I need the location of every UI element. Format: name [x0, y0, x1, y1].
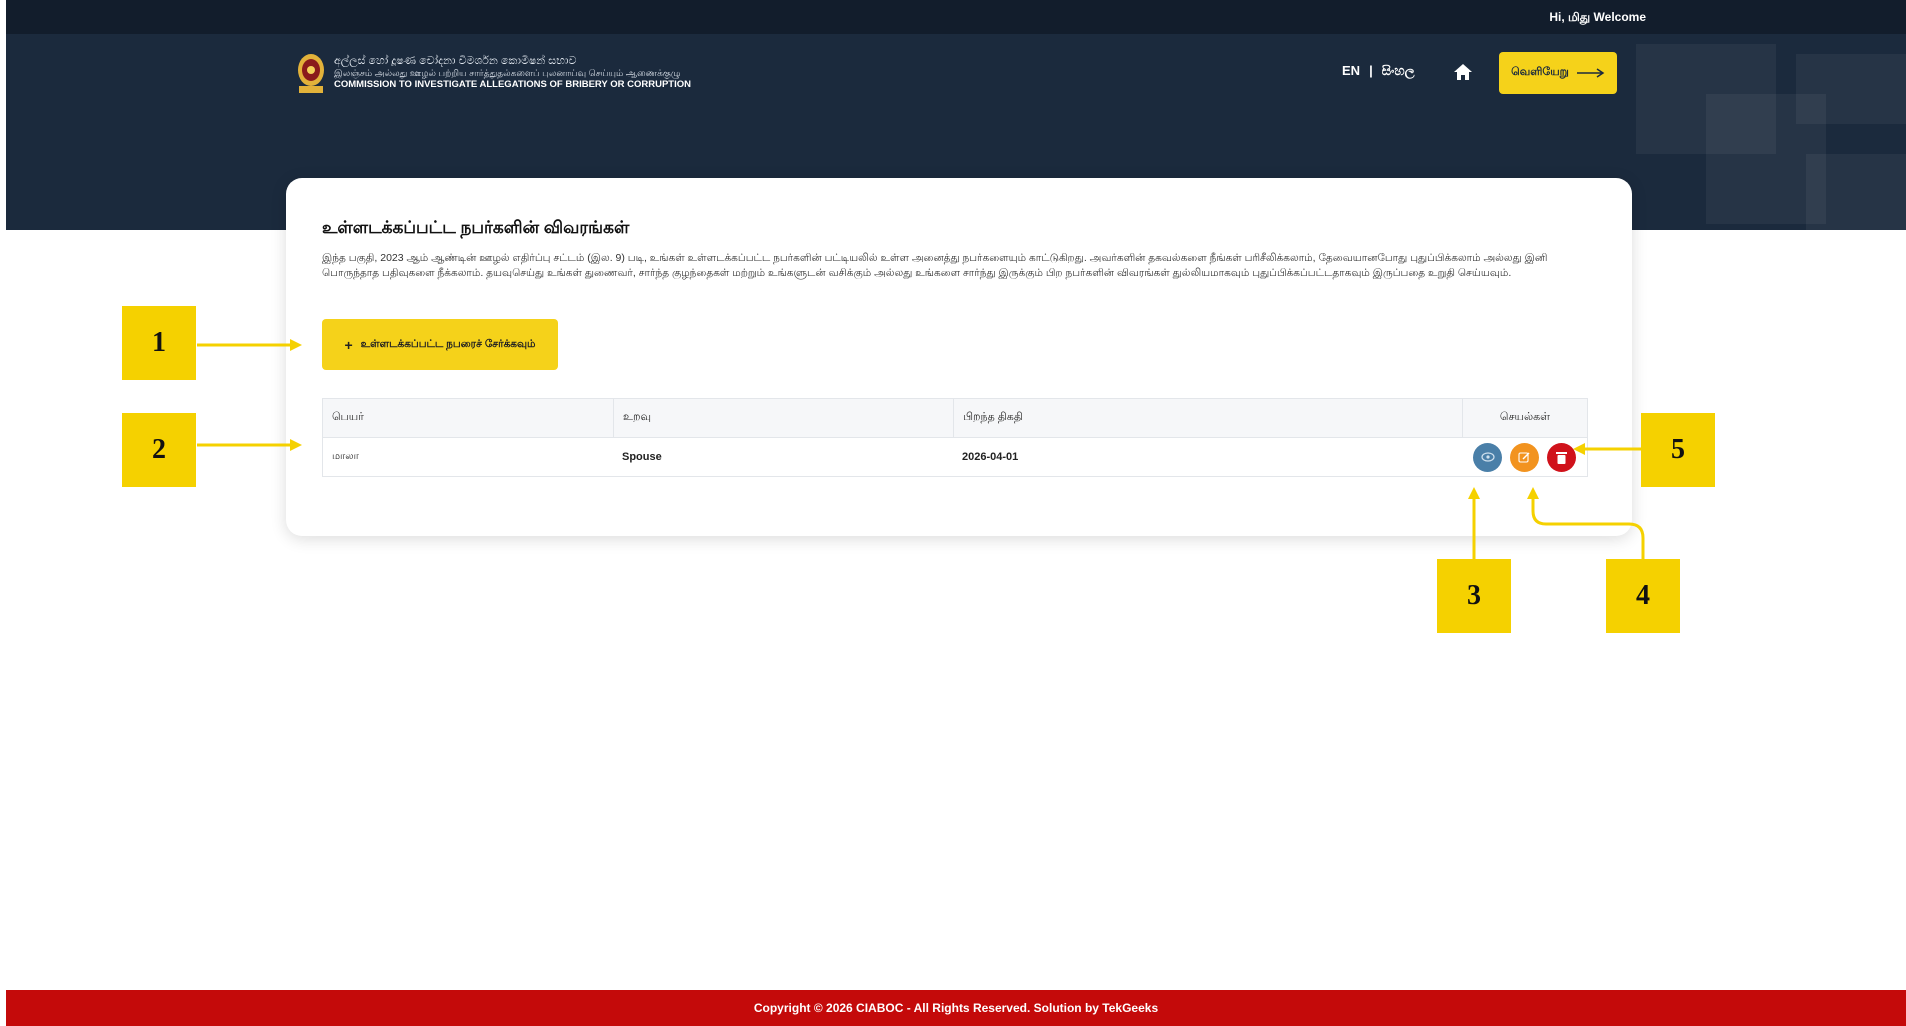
plus-icon: +	[344, 336, 353, 353]
brand-english: COMMISSION TO INVESTIGATE ALLEGATIONS OF…	[334, 79, 691, 90]
brand-tamil: இலஞ்சம் அல்லது ஊழல் பற்றிய சார்த்துதல்கள…	[334, 68, 681, 78]
header-actions: செயல்கள்	[1462, 399, 1587, 437]
delete-button[interactable]	[1547, 442, 1576, 472]
add-person-button[interactable]: + உள்ளடக்கப்பட்ட நபரைச் சேர்க்கவும்	[322, 319, 558, 370]
emblem-logo	[298, 54, 324, 93]
eye-icon	[1480, 452, 1495, 462]
add-person-label: உள்ளடக்கப்பட்ட நபரைச் சேர்க்கவும்	[360, 338, 536, 350]
annotation-marker-5: 5	[1641, 413, 1715, 487]
cell-relation: Spouse	[622, 451, 662, 463]
lang-en-link[interactable]: EN	[1342, 63, 1360, 79]
lang-separator: |	[1369, 63, 1373, 78]
app-frame: Hi, மிது Welcome අල්ලස් හෝ දූෂණ චෝදනා වි…	[6, 0, 1906, 1026]
table-header: பெயர் உறவு பிறந்த திகதி செயல்கள்	[323, 399, 1587, 438]
arrow-right-icon	[1576, 68, 1605, 78]
cell-dob: 2026-04-01	[962, 451, 1019, 463]
brand-sinhala: අල්ලස් හෝ දූෂණ චෝදනා විමර්ශන කොමිෂන් සභා…	[334, 55, 577, 67]
annotation-marker-1: 1	[122, 306, 196, 380]
persons-table: பெயர் உறவு பிறந்த திகதி செயல்கள் மாலா Sp…	[322, 398, 1588, 477]
language-switcher: EN | සිංහල	[1342, 63, 1415, 79]
top-bar: Hi, மிது Welcome	[6, 0, 1906, 34]
edit-icon	[1518, 451, 1530, 463]
page-title: உள்ளடக்கப்பட்ட நபர்களின் விவரங்கள்	[322, 218, 630, 237]
lang-si-link[interactable]: සිංහල	[1382, 63, 1415, 79]
annotation-marker-4: 4	[1606, 559, 1680, 633]
row-actions	[1462, 438, 1587, 476]
logout-button[interactable]: வெளியேறு	[1499, 52, 1617, 94]
view-button[interactable]	[1473, 442, 1502, 472]
content-card: உள்ளடக்கப்பட்ட நபர்களின் விவரங்கள் இந்த …	[286, 178, 1632, 536]
home-icon[interactable]	[1453, 62, 1473, 82]
copyright-text: Copyright © 2026 CIABOC - All Rights Res…	[753, 1001, 1159, 1015]
edit-button[interactable]	[1510, 442, 1539, 472]
annotation-marker-3: 3	[1437, 559, 1511, 633]
header-dob: பிறந்த திகதி	[953, 399, 1462, 437]
brand-text: අල්ලස් හෝ දූෂණ චෝදනා විමර්ශන කොමිෂන් සභා…	[334, 55, 691, 91]
header-relation: உறவு	[613, 399, 953, 437]
page-description: இந்த பகுதி, 2023 ஆம் ஆண்டின் ஊழல் எதிர்ப…	[322, 252, 1548, 279]
header-name: பெயர்	[332, 411, 364, 423]
logout-label: வெளியேறு	[1511, 66, 1569, 78]
welcome-text: Hi, மிது Welcome	[1549, 10, 1646, 24]
annotation-marker-2: 2	[122, 413, 196, 487]
footer: Copyright © 2026 CIABOC - All Rights Res…	[6, 990, 1906, 1026]
trash-icon	[1556, 451, 1567, 464]
cell-name: மாலா	[332, 451, 359, 462]
table-row: மாலா Spouse 2026-04-01	[323, 438, 1587, 476]
